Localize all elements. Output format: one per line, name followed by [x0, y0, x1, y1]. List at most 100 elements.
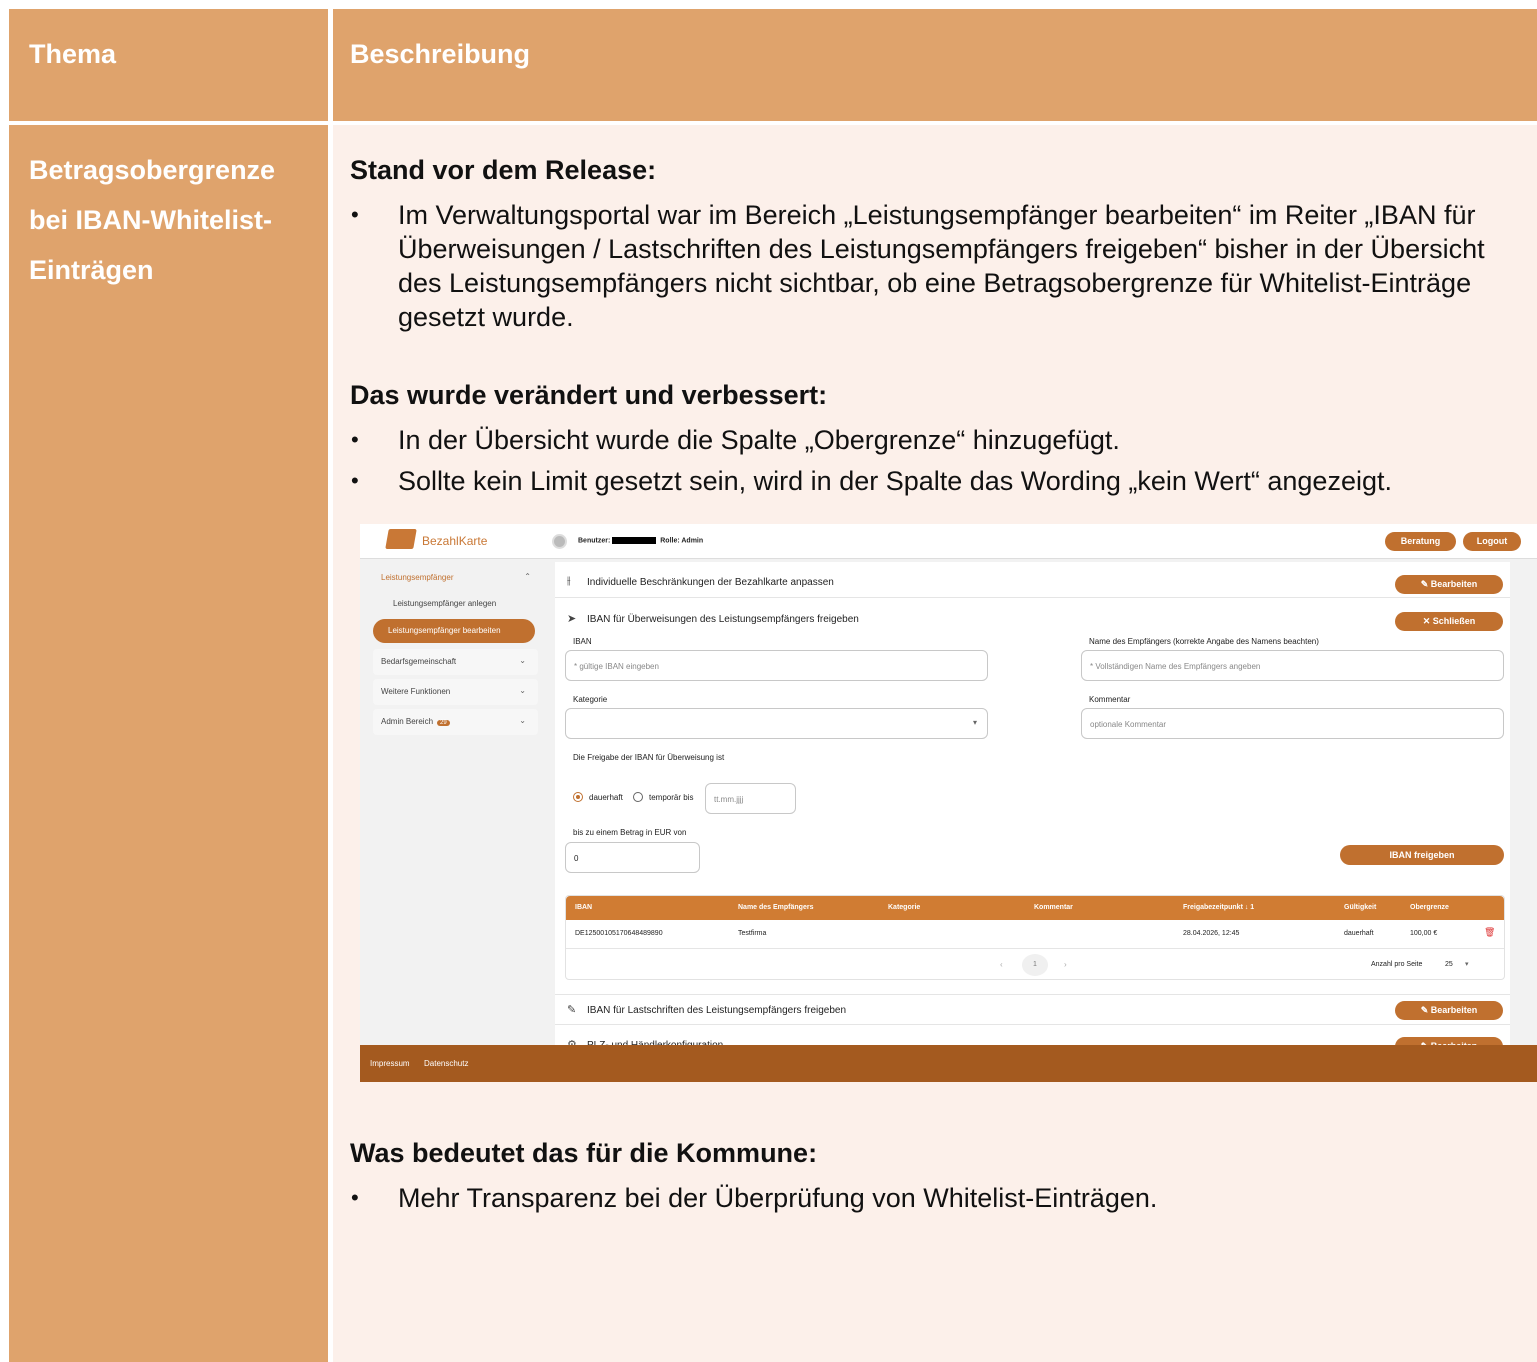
betrag-label: bis zu einem Betrag in EUR von [573, 828, 687, 837]
name-input[interactable]: * Vollständigen Name des Empfängers ange… [1081, 650, 1504, 681]
topic-line-3: Einträgen [29, 255, 154, 285]
per-page-label: Anzahl pro Seite [1371, 961, 1423, 968]
portal-sidebar: Leistungsempfänger ⌃ Leistungsempfänger … [368, 562, 543, 1045]
user-role: Rolle: Admin [660, 537, 704, 545]
button-label: Bearbeiten [1430, 579, 1478, 589]
chevron-up-icon[interactable]: ⌃ [524, 572, 531, 581]
iban-input[interactable]: * gültige IBAN eingeben [565, 650, 988, 681]
section-changes-title: Das wurde verändert und verbessert: [350, 380, 828, 410]
page-number[interactable]: 1 [1022, 954, 1048, 976]
dropdown-arrow-icon: ▾ [972, 718, 977, 727]
topic-title: Betragsobergrenze bei IBAN-Whitelist- Ei… [29, 145, 319, 295]
logout-button[interactable]: Logout [1463, 532, 1521, 551]
header-description-cell: Beschreibung [333, 9, 1537, 121]
portal-logo-text: BezahlKarte [422, 534, 488, 548]
sidebar-item-anlegen[interactable]: Leistungsempfänger anlegen [393, 599, 496, 608]
per-page-value[interactable]: 25 [1445, 961, 1453, 968]
section-label: Individuelle Beschränkungen der Bezahlka… [587, 577, 834, 588]
date-input[interactable]: tt.mm.jjjj [705, 783, 796, 814]
col-iban[interactable]: IBAN [575, 904, 592, 911]
col-kommentar[interactable]: Kommentar [1034, 904, 1073, 911]
impressum-link[interactable]: Impressum [370, 1059, 410, 1068]
cell-iban: DE12500105170648489890 [575, 930, 663, 937]
col-freigabe[interactable]: Freigabezeitpunkt ↓ 1 [1183, 904, 1254, 911]
next-page-icon[interactable]: › [1064, 960, 1067, 969]
portal-main: ⫲ Individuelle Beschränkungen der Bezahl… [555, 562, 1510, 1061]
list-item: In der Übersicht wurde die Spalte „Oberg… [350, 423, 1525, 457]
col-obergrenze[interactable]: Obergrenze [1410, 904, 1449, 911]
list-item: Sollte kein Limit gesetzt sein, wird in … [350, 464, 1525, 498]
prev-page-icon[interactable]: ‹ [1000, 960, 1003, 969]
section-label: IBAN für Überweisungen des Leistungsempf… [587, 614, 859, 625]
betrag-input[interactable]: 0 [565, 842, 700, 873]
list-item: Im Verwaltungsportal war im Bereich „Lei… [350, 198, 1525, 334]
sidebar-item-admin[interactable]: Admin Bereich 29 ⌄ [373, 709, 538, 735]
sidebar-item-bedarfsgemeinschaft[interactable]: Bedarfsgemeinschaft ⌄ [373, 649, 538, 675]
card-logo-icon [385, 529, 417, 549]
iban-label: IBAN [573, 637, 592, 646]
kategorie-label: Kategorie [573, 695, 608, 704]
schliessen-button[interactable]: ✕ Schließen [1395, 612, 1503, 631]
chevron-down-icon: ⌄ [519, 656, 526, 665]
radio-temporaer-label: temporär bis [649, 793, 694, 802]
send-icon: ➤ [567, 613, 577, 625]
col-gueltigkeit[interactable]: Gültigkeit [1344, 904, 1376, 911]
radio-dauerhaft[interactable] [573, 792, 583, 802]
button-label: Bearbeiten [1430, 1005, 1478, 1015]
sidebar-item-bearbeiten[interactable]: Leistungsempfänger bearbeiten [373, 619, 535, 643]
col-kategorie[interactable]: Kategorie [888, 904, 920, 911]
chevron-down-icon: ⌄ [519, 716, 526, 725]
sidebar-item-label: Weitere Funktionen [381, 687, 451, 696]
section-changes-list: In der Übersicht wurde die Spalte „Oberg… [350, 423, 1525, 505]
sidebar-item-label: Bedarfsgemeinschaft [381, 657, 457, 666]
header-topic: Thema [29, 39, 117, 69]
row-divider [566, 948, 1504, 949]
section-meaning-list: Mehr Transparenz bei der Überprüfung von… [350, 1181, 1525, 1222]
header-topic-cell: Thema [9, 9, 328, 121]
whitelist-table: IBAN Name des Empfängers Kategorie Komme… [565, 895, 1505, 980]
cell-gueltigkeit: dauerhaft [1344, 930, 1374, 937]
list-item: Mehr Transparenz bei der Überprüfung von… [350, 1181, 1525, 1215]
kategorie-select[interactable]: ▾ [565, 708, 988, 739]
section-iban-lastschrift: ✎ IBAN für Lastschriften des Leistungsem… [555, 994, 1510, 1025]
iban-freigeben-button[interactable]: IBAN freigeben [1340, 845, 1504, 865]
radio-temporaer[interactable] [633, 792, 643, 802]
trash-icon[interactable]: 🗑 [1484, 927, 1495, 938]
table-header: IBAN Name des Empfängers Kategorie Komme… [566, 896, 1504, 920]
sidebar-item-label: Admin Bereich 29 [381, 717, 450, 726]
button-label: Schließen [1432, 616, 1476, 626]
portal-footer: Impressum Datenschutz [360, 1045, 1537, 1082]
col-name[interactable]: Name des Empfängers [738, 904, 813, 911]
bearbeiten-button[interactable]: ✎ Bearbeiten [1395, 1001, 1503, 1020]
sliders-icon: ⫲ [567, 575, 571, 587]
cell-obergrenze: 100,00 € [1410, 930, 1438, 937]
datenschutz-link[interactable]: Datenschutz [424, 1059, 468, 1068]
kommentar-label: Kommentar [1089, 695, 1131, 704]
user-info: Benutzer: Rolle: Admin [578, 537, 703, 544]
dropdown-arrow-icon[interactable]: ▾ [1465, 960, 1469, 968]
section-before-list: Im Verwaltungsportal war im Bereich „Lei… [350, 198, 1525, 341]
cell-freigabe: 28.04.2026, 12:45 [1183, 930, 1240, 937]
beratung-button[interactable]: Beratung [1385, 532, 1456, 551]
bearbeiten-button[interactable]: ✎ Bearbeiten [1395, 575, 1503, 594]
portal-topbar: BezahlKarte Benutzer: Rolle: Admin Berat… [360, 524, 1537, 559]
radio-dauerhaft-label: dauerhaft [589, 793, 623, 802]
section-iban-ueberweisung: ➤ IBAN für Überweisungen des Leistungsem… [555, 604, 1510, 635]
topic-cell: Betragsobergrenze bei IBAN-Whitelist- Ei… [9, 125, 328, 1362]
portal-screenshot: BezahlKarte Benutzer: Rolle: Admin Berat… [360, 524, 1537, 1082]
kommentar-input[interactable]: optionale Kommentar [1081, 708, 1504, 739]
section-beschraenkungen: ⫲ Individuelle Beschränkungen der Bezahl… [555, 567, 1510, 598]
chevron-down-icon: ⌄ [519, 686, 526, 695]
freigabe-text: Die Freigabe der IBAN für Überweisung is… [573, 753, 725, 762]
cell-name: Testfirma [738, 930, 767, 937]
sidebar-item-weitere-funktionen[interactable]: Weitere Funktionen ⌄ [373, 679, 538, 705]
redacted-username [612, 537, 657, 544]
sidebar-item-leistungsempfaenger[interactable]: Leistungsempfänger [381, 573, 454, 582]
user-avatar-icon [552, 534, 567, 549]
section-meaning-title: Was bedeutet das für die Kommune: [350, 1138, 818, 1168]
topic-line-2: bei IBAN-Whitelist- [29, 205, 272, 235]
topic-line-1: Betragsobergrenze [29, 155, 276, 185]
section-before-title: Stand vor dem Release: [350, 155, 657, 185]
section-label: IBAN für Lastschriften des Leistungsempf… [587, 1005, 847, 1016]
header-description: Beschreibung [350, 39, 531, 69]
